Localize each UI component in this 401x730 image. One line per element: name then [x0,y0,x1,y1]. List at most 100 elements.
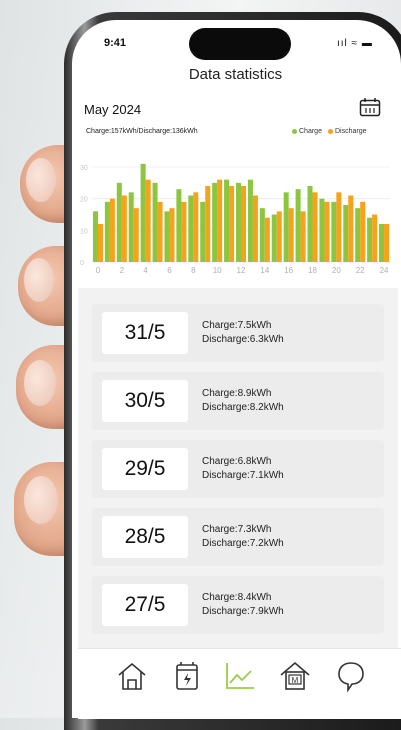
record-charge: Charge:8.4kWh [202,592,272,603]
charge-bar [331,201,337,262]
legend-discharge-label: Discharge [334,128,367,135]
discharge-bar [372,214,378,262]
x-tick-label: 18 [308,266,317,275]
discharge-bar [264,217,270,262]
fingernail-2 [24,258,54,302]
x-tick-label: 24 [380,266,389,275]
discharge-bar [252,195,258,262]
x-tick-label: 12 [237,266,246,275]
meter-house-icon[interactable]: M [278,659,312,693]
battery-device-icon[interactable] [170,659,204,693]
page-title: Data statistics [188,66,283,83]
legend-charge-label: Charge [299,128,322,135]
record-date: 27/5 [102,584,188,626]
charge-bar [355,208,361,262]
charge-bar [271,214,277,262]
dynamic-island [189,28,291,60]
discharge-bar [241,186,247,262]
home-icon[interactable] [115,659,149,693]
record-charge: Charge:7.5kWh [202,320,272,331]
discharge-bar [276,211,282,262]
record-card[interactable]: 28/5 Charge:7.3kWh Discharge:7.2kWh [92,508,384,566]
record-charge: Charge:7.3kWh [202,524,272,535]
discharge-bar [205,186,211,262]
discharge-bar [109,198,115,262]
charge-bar [367,217,373,262]
charge-bar [235,182,241,262]
charge-bar [247,179,253,262]
charge-bar [152,182,158,262]
discharge-bar [348,195,354,262]
calendar-icon[interactable] [359,97,381,117]
fingernail-1 [26,158,56,202]
charge-bar [164,211,170,262]
charge-bar [212,182,218,262]
record-date: 28/5 [102,516,188,558]
discharge-bar [157,201,163,262]
record-charge: Charge:8.9kWh [202,388,272,399]
charge-bar [200,201,206,262]
discharge-bar [384,224,390,262]
record-values: Charge:7.3kWh Discharge:7.2kWh [202,523,284,551]
x-tick-label: 6 [167,266,172,275]
discharge-bar [97,224,103,262]
discharge-bar [229,186,235,262]
charge-bar [116,182,122,262]
record-values: Charge:7.5kWh Discharge:6.3kWh [202,319,284,347]
charge-bar [188,195,194,262]
chart-legend: Charge Discharge [292,128,366,135]
discharge-bar [312,192,318,262]
discharge-bar [360,201,366,262]
record-card[interactable]: 27/5 Charge:8.4kWh Discharge:7.9kWh [92,576,384,634]
fingernail-4 [24,476,58,524]
charge-bar [140,163,146,262]
record-card[interactable]: 31/5 Charge:7.5kWh Discharge:6.3kWh [92,304,384,362]
record-charge: Charge:6.8kWh [202,456,272,467]
record-card[interactable]: 29/5 Charge:6.8kWh Discharge:7.1kWh [92,440,384,498]
x-tick-label: 4 [143,266,148,275]
record-date: 29/5 [102,448,188,490]
legend-discharge: Discharge [327,128,367,135]
charge-bar [92,211,98,262]
charge-discharge-bar-chart: 01020300 2 4 6 8 10 12 14 16 18 20 22 24 [80,163,390,275]
charge-bar [259,208,265,262]
discharge-bar [193,192,199,262]
status-signal-wifi-battery-icons: ııl ≈ ▬ [337,38,373,49]
bottom-tab-bar: M [78,648,401,719]
legend-charge: Charge [292,128,322,135]
discharge-bar [324,201,330,262]
charge-bar [319,198,325,262]
discharge-bar [181,201,187,262]
charge-bar [379,224,385,262]
charge-bar [128,192,134,262]
x-tick-label: 2 [120,266,125,275]
x-tick-label: 22 [356,266,365,275]
record-card[interactable]: 30/5 Charge:8.9kWh Discharge:8.2kWh [92,372,384,430]
x-tick-label: 14 [260,266,269,275]
discharge-bar [121,195,127,262]
monthly-summary: Charge:157kWh/Discharge:136kWh [86,128,198,135]
discharge-bar [288,208,294,262]
discharge-bar [217,179,223,262]
discharge-bar [336,192,342,262]
record-values: Charge:8.4kWh Discharge:7.9kWh [202,591,284,619]
record-date: 30/5 [102,380,188,422]
record-discharge: Discharge:7.2kWh [202,538,284,549]
month-label: May 2024 [84,102,142,117]
record-date: 31/5 [102,312,188,354]
x-tick-label: 16 [284,266,293,275]
record-values: Charge:8.9kWh Discharge:8.2kWh [202,387,284,415]
charge-bar [224,179,230,262]
y-tick-label: 20 [80,197,88,204]
x-tick-label: 8 [191,266,196,275]
y-tick-label: 10 [80,228,88,235]
charge-bar [104,201,110,262]
profile-icon[interactable] [334,659,368,693]
record-discharge: Discharge:7.9kWh [202,606,284,617]
svg-text:M: M [292,676,299,685]
discharge-bar [300,211,306,262]
discharge-bar [145,179,151,262]
statistics-chart-icon[interactable] [223,659,257,693]
charge-bar [343,205,349,262]
charge-bar [307,186,313,262]
